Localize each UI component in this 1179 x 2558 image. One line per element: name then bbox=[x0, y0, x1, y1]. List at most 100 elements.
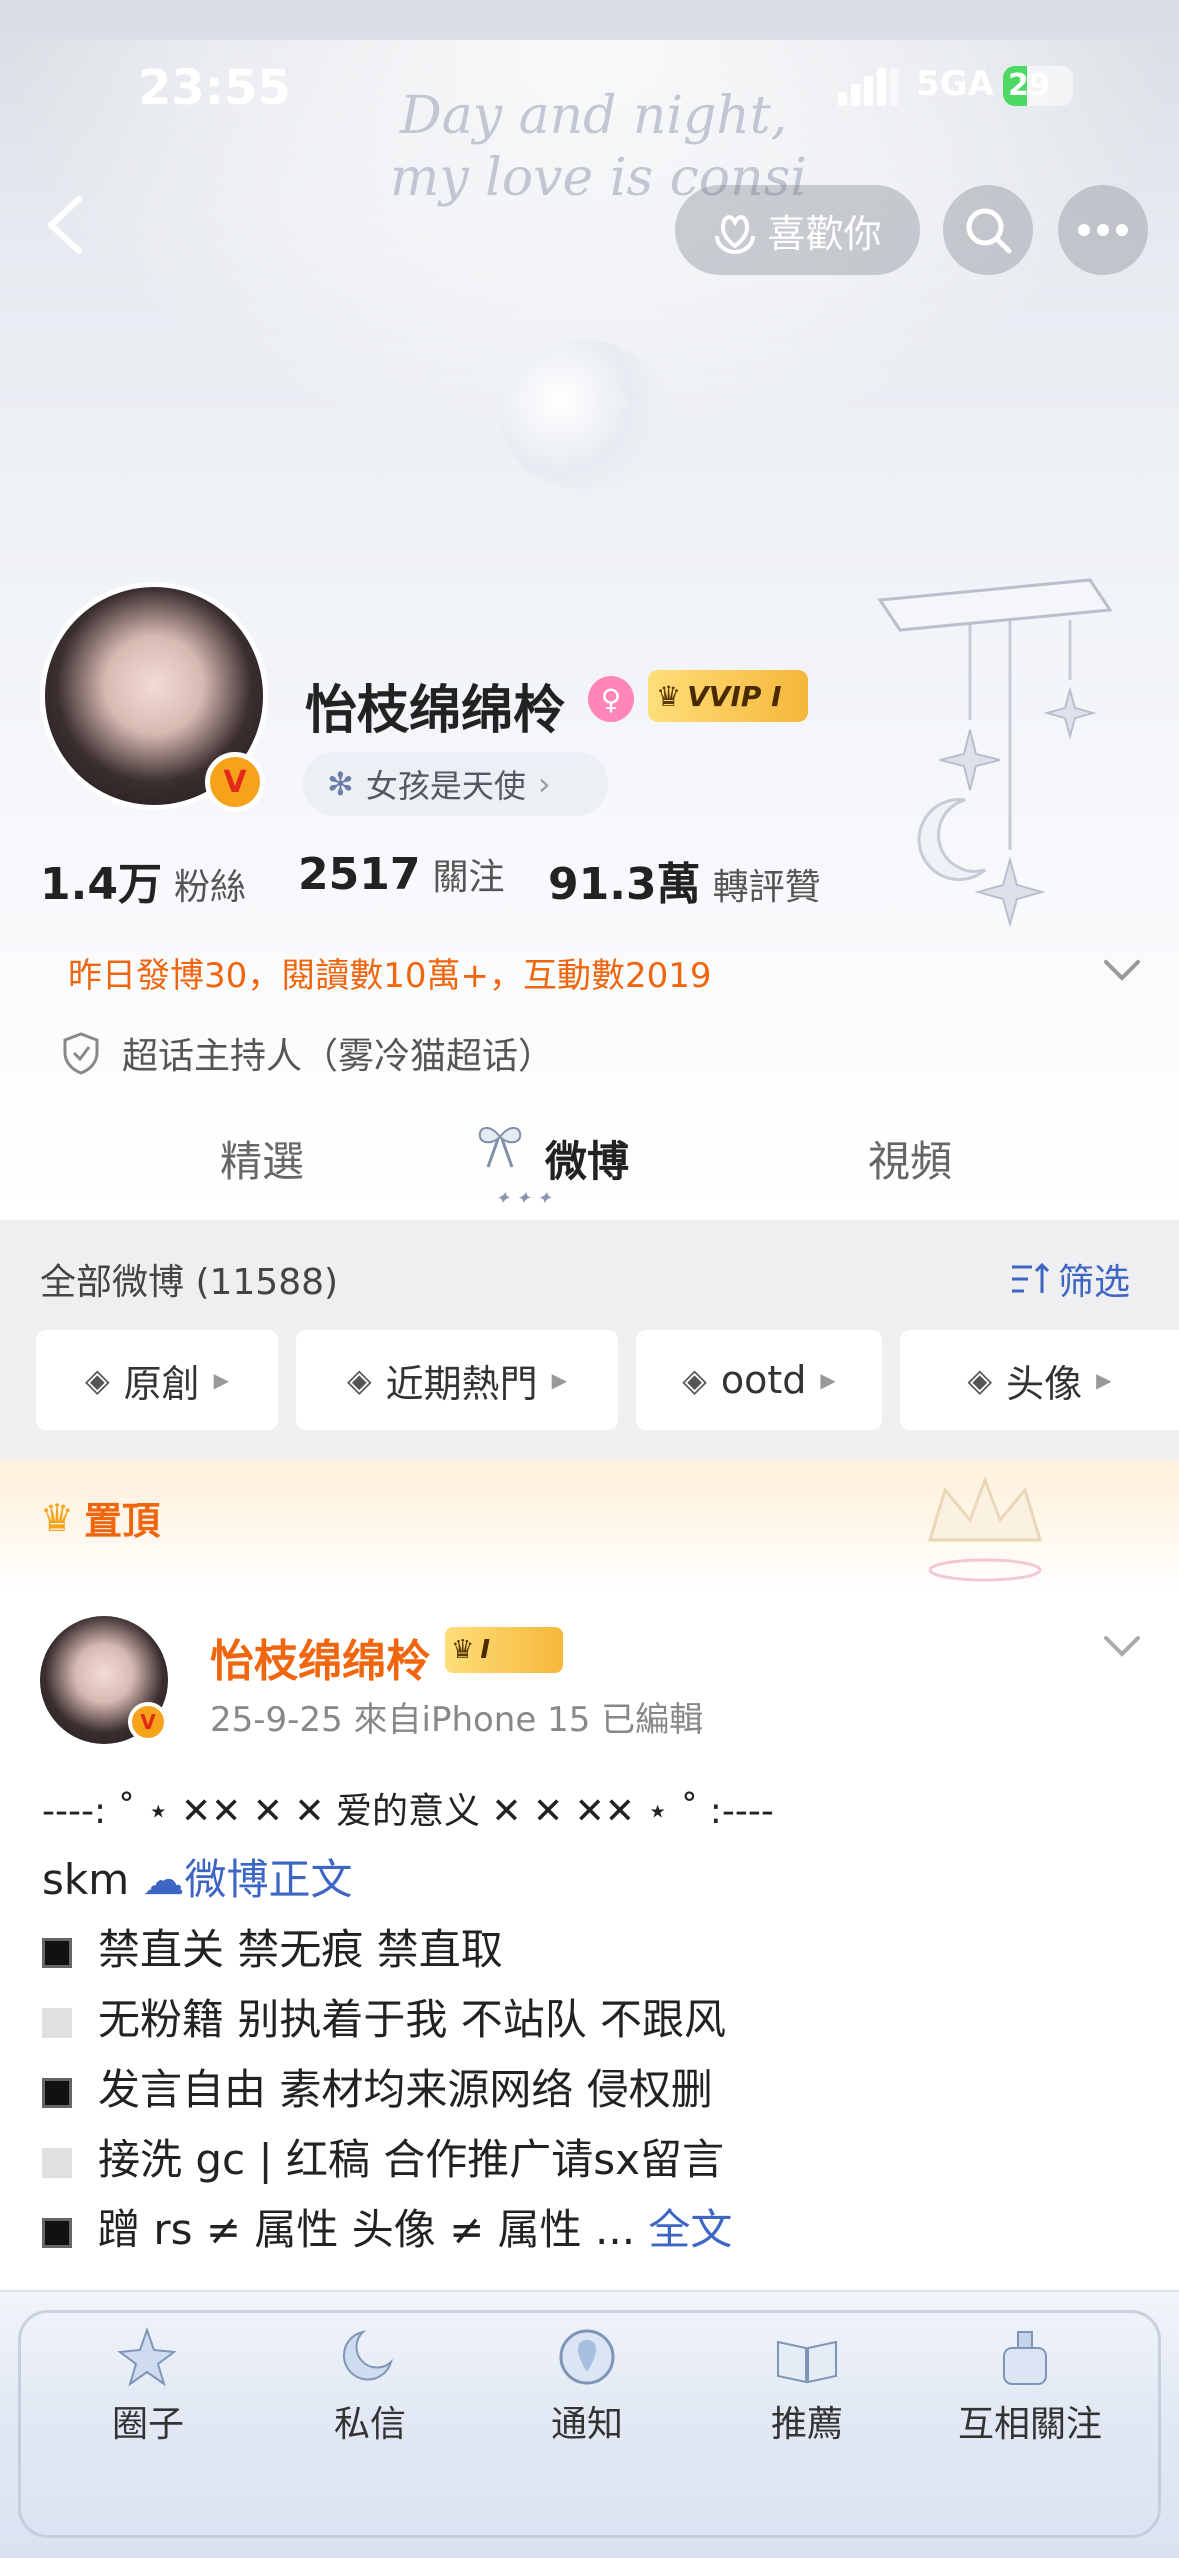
status-time: 23:55 bbox=[138, 60, 291, 116]
profile-username: 怡枝绵绵柃 bbox=[305, 681, 566, 741]
caret-right-icon: ▶ bbox=[551, 1368, 567, 1392]
post-text: 蹭 rs ≠ 属性 头像 ≠ 属性 ... bbox=[98, 2205, 649, 2254]
post-line: 禁直关 禁无痕 禁直取 bbox=[42, 1916, 503, 1977]
chip-label: 原創 bbox=[123, 1361, 200, 1406]
post-line: 发言自由 素材均来源网络 侵权删 bbox=[42, 2056, 713, 2117]
chip-avatar[interactable]: ◈ 头像 ▶ bbox=[900, 1330, 1179, 1430]
chip-label: ootd bbox=[720, 1358, 807, 1402]
like-button[interactable]: 喜歡你 bbox=[675, 185, 920, 275]
post-line: 接洗 gc | 红稿 合作推广请sx留言 bbox=[42, 2126, 724, 2187]
caret-right-icon: ▶ bbox=[213, 1368, 229, 1392]
stat-following[interactable]: 2517 關注 bbox=[298, 848, 504, 900]
chip-ootd[interactable]: ◈ ootd ▶ bbox=[636, 1330, 882, 1430]
black-square-icon bbox=[42, 1937, 72, 1968]
stat-label: 轉評贊 bbox=[712, 867, 821, 908]
circle-nav-icon bbox=[112, 2322, 182, 2392]
chip-label: 近期熱門 bbox=[385, 1361, 538, 1406]
post-text: 发言自由 素材均来源网络 侵权删 bbox=[98, 2065, 713, 2114]
tab-videos[interactable]: 視頻 bbox=[868, 1128, 952, 1189]
search-icon bbox=[966, 208, 1012, 254]
hand-heart-icon bbox=[715, 215, 756, 254]
white-square-icon bbox=[42, 2007, 72, 2038]
filter-button[interactable]: 筛选 bbox=[1010, 1253, 1130, 1305]
tab-weibo[interactable]: 微博 bbox=[545, 1128, 629, 1189]
chevron-left-icon bbox=[48, 196, 82, 254]
script-line-1: Day and night, bbox=[400, 86, 788, 146]
stat-value: 1.4万 bbox=[40, 859, 162, 910]
notification-nav-icon bbox=[552, 2322, 622, 2392]
verified-badge-icon: V bbox=[128, 1702, 168, 1742]
filter-icon bbox=[1012, 1262, 1050, 1293]
all-weibo-count: 全部微博 (11588) bbox=[40, 1262, 339, 1303]
chip-label: 头像 bbox=[1006, 1361, 1083, 1406]
post-line: 无粉籍 别执着于我 不站队 不跟风 bbox=[42, 1986, 726, 2047]
layers-icon: ◈ bbox=[682, 1361, 707, 1399]
chip-recent-hot[interactable]: ◈ 近期熱門 ▶ bbox=[296, 1330, 618, 1430]
stat-likes[interactable]: 91.3萬 轉評贊 bbox=[548, 848, 821, 912]
chevron-right-icon: › bbox=[537, 765, 551, 803]
signal-icon bbox=[838, 68, 899, 106]
cloud-icon: ☁ bbox=[142, 1855, 185, 1904]
stat-value: 2517 bbox=[298, 849, 421, 900]
crown-icon: ♛ bbox=[40, 1495, 75, 1540]
post-text: 接洗 gc | 红稿 合作推广请sx留言 bbox=[98, 2135, 725, 2184]
stat-followers[interactable]: 1.4万 粉絲 bbox=[40, 848, 246, 912]
full-text-link[interactable]: 全文 bbox=[648, 2205, 732, 2254]
crown-icon: ♛ bbox=[451, 1635, 475, 1665]
book-nav-icon bbox=[772, 2322, 842, 2392]
message-nav-icon bbox=[333, 2322, 403, 2392]
post-author-name[interactable]: 怡枝绵绵柃 bbox=[210, 1625, 430, 1689]
black-square-icon bbox=[42, 2217, 72, 2248]
perfume-nav-icon bbox=[990, 2322, 1060, 2392]
bow-icon bbox=[478, 1127, 522, 1168]
search-button[interactable] bbox=[943, 185, 1033, 275]
host-text: 超话主持人（雾冷猫超话） bbox=[122, 1036, 555, 1077]
chevron-down-icon[interactable] bbox=[1100, 952, 1144, 988]
stat-label: 粉絲 bbox=[173, 867, 246, 908]
caret-right-icon: ▶ bbox=[820, 1368, 836, 1392]
crown-icon: ♛ bbox=[656, 679, 682, 713]
stat-label: 關注 bbox=[432, 857, 505, 898]
verified-badge-icon: V bbox=[205, 752, 265, 812]
network-type: 5GA bbox=[916, 64, 994, 104]
crown-decoration-icon bbox=[927, 1475, 1043, 1582]
female-gender-icon: ♀ bbox=[588, 676, 634, 722]
vip-badge[interactable]: ♛ VVIP I bbox=[648, 670, 808, 722]
post-line-decoration: ----: ˚ ⋆ ✕✕ ✕ ✕ 爱的意义 ✕ ✕ ✕✕ ⋆ ˚ :---- bbox=[42, 1791, 774, 1832]
layers-icon: ◈ bbox=[84, 1361, 110, 1399]
filter-label: 筛选 bbox=[1058, 1262, 1131, 1303]
back-button[interactable] bbox=[30, 190, 100, 260]
nav-notifications[interactable]: 通知 bbox=[547, 2395, 627, 2447]
tab-featured[interactable]: 精選 bbox=[220, 1128, 304, 1189]
vip-badge-label: I bbox=[480, 1635, 490, 1665]
nav-mutual-follow[interactable]: 互相關注 bbox=[950, 2395, 1110, 2447]
vip-badge-label: VVIP I bbox=[687, 679, 782, 713]
heart-decoration bbox=[500, 340, 670, 490]
bio-tag[interactable]: ✻ 女孩是天使 › bbox=[303, 752, 608, 816]
like-button-label: 喜歡你 bbox=[767, 211, 882, 256]
pinned-text: 置頂 bbox=[84, 1499, 161, 1543]
nav-messages[interactable]: 私信 bbox=[330, 2395, 410, 2447]
post-line: skm ☁微博正文 bbox=[42, 1846, 352, 1907]
yesterday-stats[interactable]: 昨日發博30，閱讀數10萬+，互動數2019 bbox=[68, 948, 712, 997]
super-topic-host[interactable]: 超话主持人（雾冷猫超话） bbox=[62, 1027, 554, 1079]
chip-original[interactable]: ◈ 原創 ▶ bbox=[36, 1330, 278, 1430]
stat-value: 91.3萬 bbox=[548, 859, 701, 910]
battery-percentage: 29 bbox=[1008, 68, 1050, 103]
white-square-icon bbox=[42, 2147, 72, 2178]
nav-circles[interactable]: 圈子 bbox=[108, 2395, 188, 2447]
layers-icon: ◈ bbox=[967, 1361, 993, 1399]
snowflake-icon: ✻ bbox=[327, 765, 354, 803]
tab-underline-decoration: ✦ ✦ ✦ bbox=[495, 1188, 552, 1209]
post-text: 禁直关 禁无痕 禁直取 bbox=[98, 1925, 503, 1974]
bio-tag-label: 女孩是天使 bbox=[365, 767, 526, 805]
chevron-down-icon[interactable] bbox=[1100, 1628, 1144, 1664]
post-meta: 25-9-25 來自iPhone 15 已編輯 bbox=[210, 1700, 704, 1740]
weibo-text-link[interactable]: 微博正文 bbox=[184, 1855, 352, 1904]
post-text: skm bbox=[42, 1855, 143, 1904]
vip-badge[interactable]: ♛ I bbox=[445, 1627, 563, 1673]
black-square-icon bbox=[42, 2077, 72, 2108]
nav-recommendations[interactable]: 推薦 bbox=[767, 2395, 847, 2447]
layers-icon: ◈ bbox=[346, 1361, 372, 1399]
more-options-button[interactable] bbox=[1058, 185, 1148, 275]
